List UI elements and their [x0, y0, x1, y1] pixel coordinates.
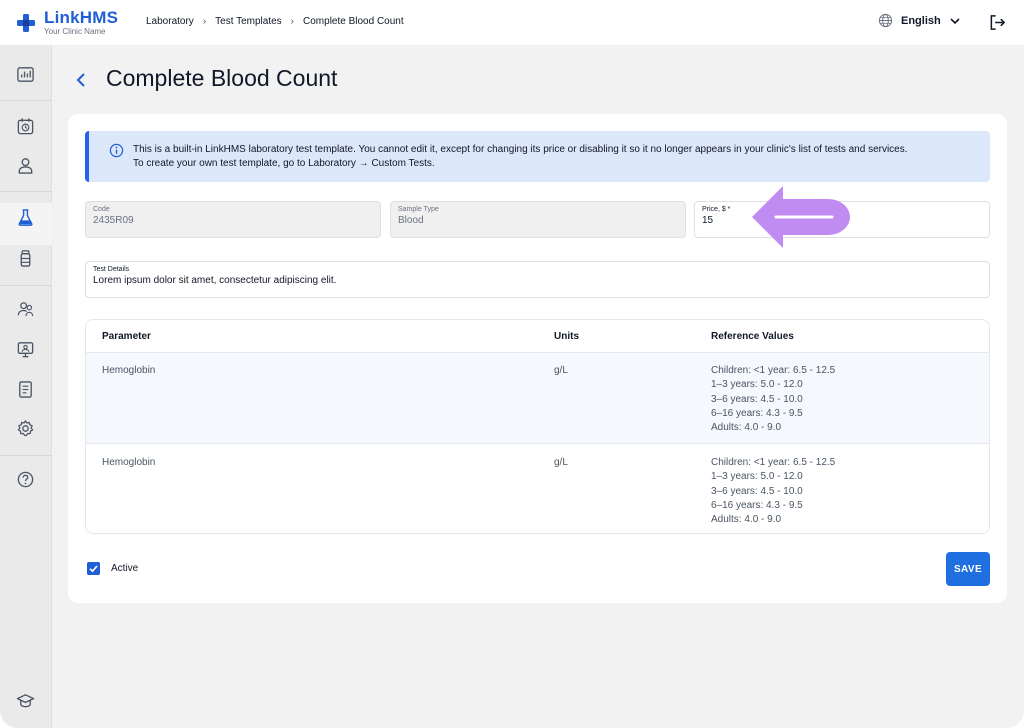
settings-icon[interactable]	[16, 419, 35, 438]
cell-units: g/L	[554, 365, 568, 376]
calendar-icon[interactable]	[16, 117, 35, 136]
cell-reference-values: Children: <1 year: 6.5 - 12.5 1–3 years:…	[711, 364, 835, 435]
reference-line: Adults: 4.0 - 9.0	[711, 514, 782, 526]
code-field: Code 2435R09	[85, 201, 381, 238]
reference-line: 6–16 years: 4.3 - 9.5	[711, 499, 803, 511]
save-button[interactable]: SAVE	[946, 552, 990, 586]
dashboard-icon[interactable]	[16, 65, 35, 84]
price-label: Price, $ *	[702, 206, 731, 213]
staff-icon[interactable]	[16, 300, 35, 319]
sidebar-divider	[0, 191, 52, 192]
report-icon[interactable]	[16, 380, 35, 399]
column-reference-values: Reference Values	[711, 331, 794, 342]
reference-line: 1–3 years: 5.0 - 12.0	[711, 379, 803, 391]
language-selector[interactable]: English	[878, 13, 961, 28]
chevron-right-icon: ›	[202, 16, 207, 27]
cell-units: g/L	[554, 457, 568, 468]
patient-icon[interactable]	[16, 156, 35, 175]
logout-icon[interactable]	[989, 14, 1006, 31]
price-value[interactable]: 15	[702, 215, 713, 226]
app-logo[interactable]: LinkHMS Your Clinic Name	[16, 9, 118, 36]
info-icon	[109, 143, 124, 158]
top-bar: LinkHMS Your Clinic Name Laboratory › Te…	[0, 0, 1024, 45]
cell-reference-values: Children: <1 year: 6.5 - 12.5 1–3 years:…	[711, 456, 835, 527]
page-title: Complete Blood Count	[106, 65, 338, 91]
app-name: LinkHMS	[44, 8, 119, 27]
cell-parameter: Hemoglobin	[102, 457, 156, 468]
chevron-down-icon	[950, 17, 960, 24]
code-value: 2435R09	[93, 215, 134, 226]
logo-cross-icon	[17, 14, 35, 32]
reference-line: Adults: 4.0 - 9.0	[711, 422, 782, 434]
breadcrumb: Laboratory › Test Templates › Complete B…	[146, 16, 404, 27]
breadcrumb-laboratory[interactable]: Laboratory	[146, 16, 194, 27]
laboratory-icon[interactable]	[16, 208, 35, 227]
sidebar-divider	[0, 455, 52, 456]
language-label: English	[901, 14, 941, 27]
app-subtitle: Your Clinic Name	[44, 27, 106, 36]
sample-type-label: Sample Type	[398, 206, 439, 213]
test-details-value[interactable]: Lorem ipsum dolor sit amet, consectetur …	[93, 275, 336, 286]
sample-type-field: Sample Type Blood	[390, 201, 686, 238]
sidebar	[0, 45, 52, 728]
monitor-icon[interactable]	[16, 340, 35, 359]
parameters-table: Parameter Units Reference Values Hemoglo…	[85, 319, 990, 534]
breadcrumb-test-templates[interactable]: Test Templates	[215, 16, 282, 27]
active-checkbox[interactable]	[87, 562, 100, 575]
info-banner: This is a built-in LinkHMS laboratory te…	[85, 131, 990, 182]
app-window: LinkHMS Your Clinic Name Laboratory › Te…	[0, 0, 1024, 728]
reference-line: 3–6 years: 4.5 - 10.0	[711, 393, 803, 405]
test-details-label: Test Details	[93, 266, 130, 273]
active-label[interactable]: Active	[111, 563, 138, 574]
reference-line: Children: <1 year: 6.5 - 12.5	[711, 365, 836, 376]
table-header: Parameter Units Reference Values	[86, 320, 989, 353]
back-arrow-icon[interactable]	[74, 71, 88, 89]
reference-line: 3–6 years: 4.5 - 10.0	[711, 485, 803, 497]
info-line-1: This is a built-in LinkHMS laboratory te…	[133, 144, 908, 155]
table-row[interactable]: Hemoglobin g/L Children: <1 year: 6.5 - …	[86, 445, 989, 533]
info-line-2: To create your own test template, go to …	[133, 158, 435, 169]
code-label: Code	[93, 206, 110, 213]
reference-line: Children: <1 year: 6.5 - 12.5	[711, 457, 836, 468]
sample-type-value: Blood	[398, 215, 424, 226]
table-row[interactable]: Hemoglobin g/L Children: <1 year: 6.5 - …	[86, 353, 989, 444]
reference-line: 6–16 years: 4.3 - 9.5	[711, 407, 803, 419]
arrow-left-icon	[752, 186, 850, 248]
help-icon[interactable]	[16, 470, 35, 489]
column-parameter: Parameter	[102, 331, 151, 342]
column-units: Units	[554, 331, 579, 342]
cell-parameter: Hemoglobin	[102, 365, 156, 376]
globe-icon	[878, 13, 893, 28]
medication-icon[interactable]	[16, 249, 35, 268]
test-details-field[interactable]: Test Details Lorem ipsum dolor sit amet,…	[85, 261, 990, 298]
reference-line: 1–3 years: 5.0 - 12.0	[711, 471, 803, 483]
chevron-right-icon: ›	[290, 16, 295, 27]
sidebar-divider	[0, 100, 52, 101]
academy-icon[interactable]	[16, 691, 35, 710]
info-text: This is a built-in LinkHMS laboratory te…	[133, 143, 973, 171]
breadcrumb-current: Complete Blood Count	[303, 16, 404, 27]
sidebar-divider	[0, 285, 52, 286]
